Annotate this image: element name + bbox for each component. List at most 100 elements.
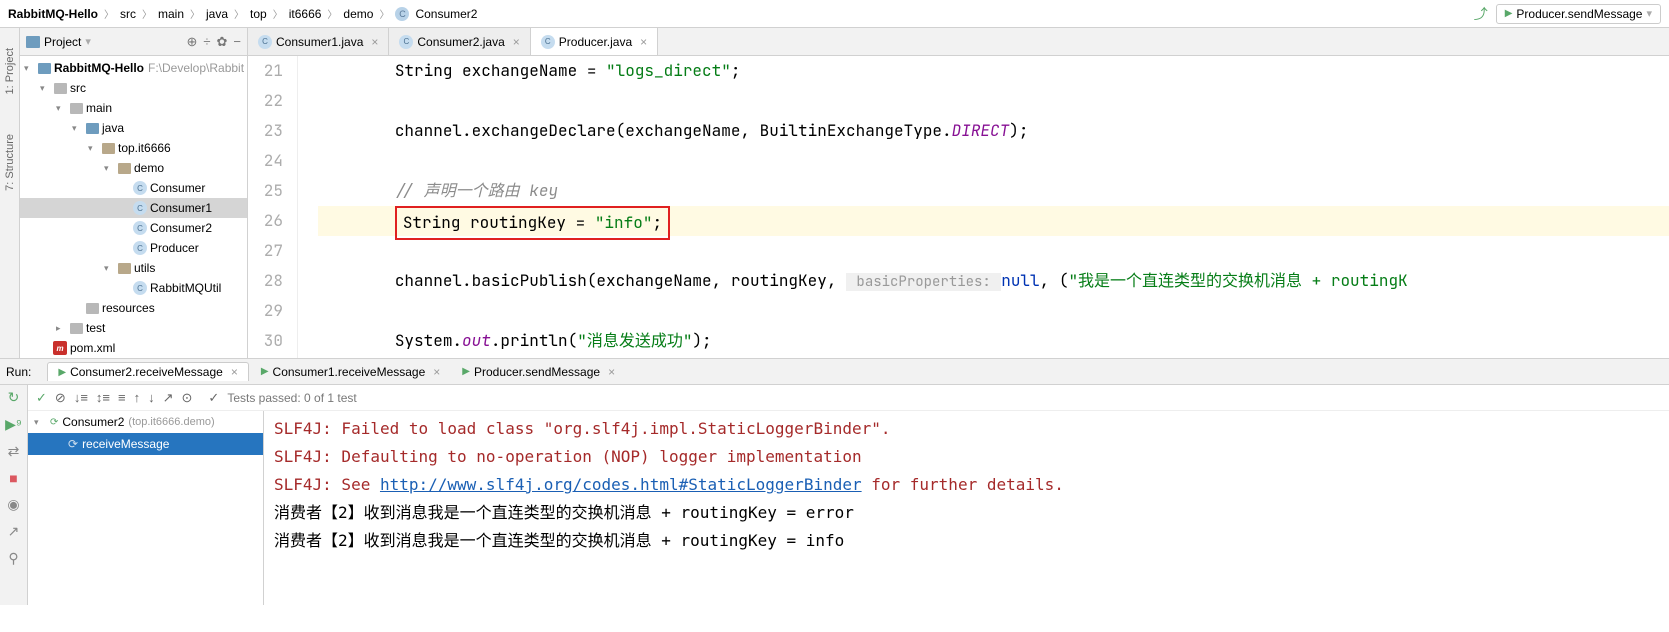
console-line: SLF4J: Failed to load class "org.slf4j.i… [274, 415, 1659, 443]
tree-package[interactable]: ▾ top.it6666 [20, 138, 247, 158]
tree-root[interactable]: ▾ RabbitMQ-Hello F:\Develop\Rabbit [20, 58, 247, 78]
run-tab-consumer1[interactable]: ▶ Consumer1.receiveMessage × [251, 362, 450, 381]
rerun-icon[interactable]: ↻ [8, 389, 20, 406]
close-icon[interactable]: × [433, 365, 440, 379]
tests-status: Tests passed: 0 of 1 test [227, 391, 356, 405]
main-layout: 1: Project 7: Structure Project ▾ ⊕ ÷ ✿ … [0, 28, 1669, 358]
gutter[interactable]: 21 22 23 24 25 26 27 28 29 30 31 [248, 56, 298, 358]
tab-project[interactable]: 1: Project [4, 48, 16, 94]
tree-test[interactable]: ▸ test [20, 318, 247, 338]
breadcrumb-src[interactable]: src [120, 7, 136, 21]
tab-structure[interactable]: 7: Structure [4, 134, 16, 191]
tree-demo[interactable]: ▾ demo [20, 158, 247, 178]
run-config-select[interactable]: ▶ Producer.sendMessage ▾ [1496, 4, 1661, 24]
breadcrumb-class[interactable]: Consumer2 [415, 7, 477, 21]
tree-label: test [86, 321, 105, 335]
tree-pom[interactable]: m pom.xml [20, 338, 247, 358]
arrow-down-icon[interactable]: ▾ [34, 417, 46, 428]
tree-src[interactable]: ▾ src [20, 78, 247, 98]
test-tree-child[interactable]: ⟳ receiveMessage [28, 433, 263, 455]
tree-label: top.it6666 [118, 141, 171, 155]
breadcrumb-demo[interactable]: demo [343, 7, 373, 21]
project-title[interactable]: Project ▾ [26, 35, 186, 49]
pin-icon[interactable]: ⚲ [8, 550, 18, 567]
play-icon: ▶ [261, 366, 269, 377]
breadcrumb-it6666[interactable]: it6666 [289, 7, 322, 21]
restore-icon[interactable]: ↗ [8, 523, 20, 540]
tab-consumer1[interactable]: C Consumer1.java × [248, 28, 389, 55]
run-tab-label: Consumer2.receiveMessage [70, 365, 223, 379]
tree-label: Consumer [150, 181, 205, 195]
stop-icon[interactable]: ■ [9, 470, 17, 486]
tree-label: Producer [150, 241, 199, 255]
arrow-right-icon[interactable]: ▸ [56, 323, 68, 334]
project-tree[interactable]: ▾ RabbitMQ-Hello F:\Develop\Rabbit ▾ src… [20, 56, 247, 358]
run-tab-consumer2[interactable]: ▶ Consumer2.receiveMessage × [47, 362, 248, 381]
tab-producer[interactable]: C Producer.java × [531, 28, 658, 55]
left-vert-tabs: 1: Project 7: Structure [0, 28, 20, 358]
chevron-right-icon: 〉 [327, 6, 337, 21]
highlight-box: String routingKey = "info"; [395, 206, 670, 240]
breadcrumb-java[interactable]: java [206, 7, 228, 21]
tree-utils[interactable]: ▾ utils [20, 258, 247, 278]
tree-label: Consumer1 [150, 201, 212, 215]
tree-label: Consumer2 [150, 221, 212, 235]
close-icon[interactable]: × [371, 35, 378, 49]
target-icon[interactable]: ⊕ [186, 34, 197, 50]
tree-rabbitmqutil[interactable]: C RabbitMQUtil [20, 278, 247, 298]
arrow-down-icon[interactable]: ▾ [56, 103, 68, 114]
close-icon[interactable]: × [608, 365, 615, 379]
hide-icon[interactable]: − [233, 34, 241, 50]
chevron-down-icon: ▾ [1646, 7, 1652, 20]
arrow-down-icon[interactable]: ▾ [88, 143, 100, 154]
down-icon[interactable]: ↓ [148, 390, 155, 405]
tree-consumer[interactable]: C Consumer [20, 178, 247, 198]
history-icon[interactable]: ⊙ [182, 390, 193, 406]
tree-resources[interactable]: resources [20, 298, 247, 318]
console-output[interactable]: SLF4J: Failed to load class "org.slf4j.i… [264, 411, 1669, 605]
tree-consumer1[interactable]: C Consumer1 [20, 198, 247, 218]
tree-producer[interactable]: C Producer [20, 238, 247, 258]
slf4j-link[interactable]: http://www.slf4j.org/codes.html#StaticLo… [380, 475, 862, 494]
tree-consumer2[interactable]: C Consumer2 [20, 218, 247, 238]
arrow-down-icon[interactable]: ▾ [104, 263, 116, 274]
test-tree-parent[interactable]: ▾ ⟳ Consumer2 (top.it6666.demo) [28, 411, 263, 433]
test-tree-label: receiveMessage [82, 437, 169, 451]
breadcrumb-root[interactable]: RabbitMQ-Hello [8, 7, 98, 21]
breadcrumb-top[interactable]: top [250, 7, 267, 21]
tree-java[interactable]: ▾ java [20, 118, 247, 138]
up-icon[interactable]: ↑ [134, 390, 141, 405]
close-icon[interactable]: × [231, 365, 238, 379]
run-side-tools: ↻ ▶⁹ ⇄ ■ ◉ ↗ ⚲ [0, 385, 28, 605]
collapse-icon[interactable]: ≡ [118, 390, 126, 405]
build-icon[interactable]: ⤴ [1474, 4, 1488, 24]
breadcrumb: RabbitMQ-Hello 〉 src 〉 main 〉 java 〉 top… [8, 6, 1474, 21]
top-bar: RabbitMQ-Hello 〉 src 〉 main 〉 java 〉 top… [0, 0, 1669, 28]
tab-consumer2[interactable]: C Consumer2.java × [389, 28, 530, 55]
gear-icon[interactable]: ✿ [217, 34, 228, 50]
export-icon[interactable]: ↗ [163, 390, 174, 406]
tree-main[interactable]: ▾ main [20, 98, 247, 118]
dump-icon[interactable]: ◉ [7, 496, 19, 513]
filter-icon[interactable]: ⊘ [55, 390, 66, 406]
close-icon[interactable]: × [513, 35, 520, 49]
arrow-down-icon[interactable]: ▾ [40, 83, 52, 94]
tree-label: main [86, 101, 112, 115]
run-icon[interactable]: ▶⁹ [5, 416, 22, 433]
check-icon[interactable]: ✓ [36, 390, 47, 406]
collapse-icon[interactable]: ÷ [203, 34, 210, 50]
expand-icon[interactable]: ↕≡ [96, 390, 110, 405]
run-tab-producer[interactable]: ▶ Producer.sendMessage × [452, 362, 625, 381]
arrow-down-icon[interactable]: ▾ [104, 163, 116, 174]
toggle-icon[interactable]: ⇄ [8, 443, 20, 460]
class-icon: C [133, 221, 147, 235]
code-editor[interactable]: 21 22 23 24 25 26 27 28 29 30 31 String … [248, 56, 1669, 358]
close-icon[interactable]: × [640, 35, 647, 49]
editor-tabs: C Consumer1.java × C Consumer2.java × C … [248, 28, 1669, 56]
breadcrumb-main[interactable]: main [158, 7, 184, 21]
test-tree[interactable]: ▾ ⟳ Consumer2 (top.it6666.demo) ⟳ receiv… [28, 411, 264, 605]
arrow-down-icon[interactable]: ▾ [72, 123, 84, 134]
code-content[interactable]: String exchangeName = "logs_direct"; cha… [298, 56, 1669, 358]
arrow-down-icon[interactable]: ▾ [24, 63, 36, 74]
sort-icon[interactable]: ↓≡ [74, 390, 88, 405]
